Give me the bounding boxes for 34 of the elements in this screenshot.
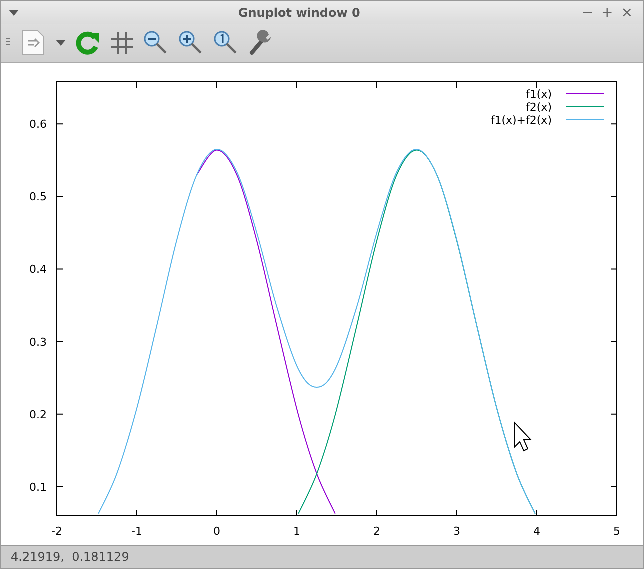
grid-icon[interactable] xyxy=(110,30,134,55)
legend-line xyxy=(566,119,604,120)
window-control-button[interactable]: − xyxy=(580,4,596,21)
y-tick-label: 0.6 xyxy=(30,118,47,131)
legend-line xyxy=(566,106,604,108)
window-control-button[interactable]: × xyxy=(619,4,635,21)
legend-line xyxy=(566,93,604,94)
x-tick-label: 1 xyxy=(294,524,300,538)
y-tick-label: 0.5 xyxy=(30,190,47,204)
x-tick-label: -2 xyxy=(52,524,62,538)
y-tick-label: 0.1 xyxy=(30,480,47,494)
x-tick-label: 3 xyxy=(454,524,460,538)
zoom-in-icon[interactable] xyxy=(178,30,204,56)
y-tick-label: 0.2 xyxy=(30,408,47,421)
legend-label: f2(x) xyxy=(526,100,552,114)
window-title: Gnuplot window 0 xyxy=(237,6,362,20)
y-tick-label: 0.3 xyxy=(30,335,47,348)
zoom-out-icon[interactable] xyxy=(143,30,169,56)
x-tick-label: -1 xyxy=(132,524,142,538)
caret-icon[interactable] xyxy=(56,38,66,47)
status-text: 4.21919, 0.181129 xyxy=(11,550,130,564)
window-control-button[interactable]: + xyxy=(600,4,616,21)
legend-label: f1(x) xyxy=(526,88,552,101)
x-tick-label: 2 xyxy=(374,524,380,538)
wrench-icon[interactable] xyxy=(248,30,274,56)
window-menu-icon[interactable] xyxy=(9,8,19,17)
zoom-reset-icon[interactable] xyxy=(213,30,239,56)
x-tick-label: 5 xyxy=(614,524,620,538)
refresh-icon[interactable] xyxy=(75,30,101,56)
mouse-cursor-icon xyxy=(514,421,532,452)
x-tick-label: 0 xyxy=(214,524,220,538)
x-tick-label: 4 xyxy=(534,524,540,538)
legend-label: f1(x)+f2(x) xyxy=(490,114,552,127)
y-tick-label: 0.4 xyxy=(30,262,47,276)
